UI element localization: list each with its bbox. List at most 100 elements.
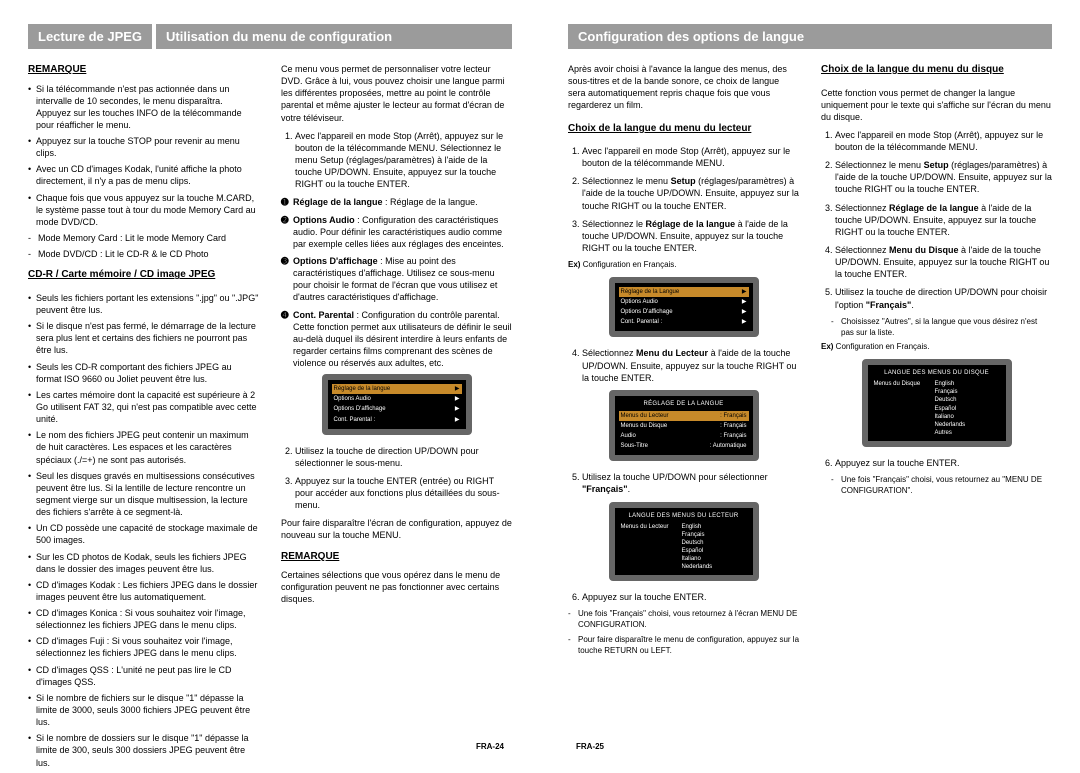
tv-row-label: Réglage de la langue <box>334 385 391 393</box>
step-item: Utilisez la touche UP/DOWN pour sélectio… <box>582 471 799 495</box>
tv-lang-item: English <box>682 523 747 531</box>
tab-lang-config: Configuration des options de langue <box>568 24 1052 49</box>
tv-screenshot-player-lang: LANGUE DES MENUS DU LECTEUR Menus du Lec… <box>609 502 759 582</box>
list-item: Seul les disques gravés en multisessions… <box>28 470 259 519</box>
tv-left-label: Menus du Lecteur <box>621 523 676 572</box>
remark-heading: REMARQUE <box>281 550 512 564</box>
left-col2: Ce menu vous permet de personnaliser vot… <box>281 63 512 773</box>
tv-lang-item: Deutsch <box>935 396 1000 404</box>
step-3: Appuyez sur la touche ENTER (entrée) ou … <box>295 475 512 511</box>
tv-row-value: : Français <box>720 412 746 420</box>
tv-row-value: : Français <box>720 432 746 440</box>
tv-lang-item: Français <box>682 531 747 539</box>
list-item: Seuls les fichiers portant les extension… <box>28 292 259 316</box>
option-title: Cont. Parental <box>293 310 354 320</box>
step-1: Avec l'appareil en mode Stop (Arrêt), ap… <box>295 130 512 191</box>
tv-title: RÉGLAGE DE LA LANGUE <box>621 400 747 408</box>
list-item: CD d'images Fuji : Si vous souhaitez voi… <box>28 635 259 659</box>
tab-config-menu: Utilisation du menu de configuration <box>156 24 512 49</box>
step-item: Sélectionnez le menu Setup (réglages/par… <box>835 159 1052 195</box>
step-2: Utilisez la touche de direction UP/DOWN … <box>295 445 512 469</box>
option-title: Réglage de la langue <box>293 197 383 207</box>
tv-row-value: : Automatique <box>710 442 747 450</box>
intro-text: Ce menu vous permet de personnaliser vot… <box>281 63 512 124</box>
right-col2: Choix de la langue du menu du disque Cet… <box>821 63 1052 661</box>
list-item: Les cartes mémoire dont la capacité est … <box>28 389 259 425</box>
list-item: CD d'images Kodak : Les fichiers JPEG da… <box>28 579 259 603</box>
chevron-right-icon: ▶ <box>742 318 747 326</box>
step-item: Sélectionnez Menu du Lecteur à l'aide de… <box>582 347 799 383</box>
chevron-right-icon: ▶ <box>742 308 747 316</box>
intro-text: Cette fonction vous permet de changer la… <box>821 87 1052 123</box>
note-item: Si la télécommande n'est pas actionnée d… <box>28 83 259 132</box>
dash-item: Une fois "Français" choisi, vous retourn… <box>831 475 1052 497</box>
option-title: Options D'affichage <box>293 256 378 266</box>
tv-row-label: Audio <box>621 432 636 440</box>
chevron-right-icon: ▶ <box>455 416 460 424</box>
tv-row-label: Options D'affichage <box>621 308 673 316</box>
list-item: Seuls les CD-R comportant des fichiers J… <box>28 361 259 385</box>
chevron-right-icon: ▶ <box>455 385 460 393</box>
step-item: Sélectionnez le menu Setup (réglages/par… <box>582 175 799 211</box>
step-item: Appuyez sur la touche ENTER. <box>835 457 1052 469</box>
tv-lang-item: Español <box>682 547 747 555</box>
option-desc: : Réglage de la langue. <box>383 197 478 207</box>
example-label: Ex) Configuration en Français. <box>821 342 1052 353</box>
option-num: ➍ <box>281 309 289 321</box>
tv-lang-item: Deutsch <box>682 539 747 547</box>
step-item: Sélectionnez le Réglage de la langue à l… <box>582 218 799 254</box>
tv-title: LANGUE DES MENUS DU DISQUE <box>874 369 1000 377</box>
tv-title: LANGUE DES MENUS DU LECTEUR <box>621 512 747 520</box>
dash-item: Une fois "Français" choisi, vous retourn… <box>568 609 799 631</box>
tv-row-label: Cont. Parental : <box>621 318 663 326</box>
tv-row-label: Sous-Titre <box>621 442 648 450</box>
tab-lecture-jpeg: Lecture de JPEG <box>28 24 152 49</box>
option-num: ➋ <box>281 214 289 226</box>
tv-row-label: Menus du Disque <box>621 422 668 430</box>
list-item: CD d'images QSS : L'unité ne peut pas li… <box>28 664 259 688</box>
tv-row-label: Options Audio <box>334 395 371 403</box>
option-num: ➊ <box>281 196 289 208</box>
note-item: Chaque fois que vous appuyez sur la touc… <box>28 192 259 228</box>
option-title: Options Audio <box>293 215 355 225</box>
remark-heading: REMARQUE <box>28 63 259 77</box>
right-col1: Après avoir choisi à l'avance la langue … <box>568 63 799 661</box>
intro-text: Après avoir choisi à l'avance la langue … <box>568 63 799 112</box>
page-left: Lecture de JPEG Utilisation du menu de c… <box>0 0 540 765</box>
option-num: ➌ <box>281 255 289 267</box>
tv-screenshot-lang-setting: RÉGLAGE DE LA LANGUE Menus du Lecteur : F… <box>609 390 759 461</box>
dash-item: Mode DVD/CD : Lit le CD-R & le CD Photo <box>28 248 259 260</box>
step-item: Avec l'appareil en mode Stop (Arrêt), ap… <box>582 145 799 169</box>
page-number-left: FRA-24 <box>476 742 504 751</box>
list-item: Si le disque n'est pas fermé, le démarra… <box>28 320 259 356</box>
tv-lang-item: Français <box>935 388 1000 396</box>
tv-screenshot-setup: Réglage de la langue▶ Options Audio▶ Opt… <box>322 374 472 434</box>
list-item: Le nom des fichiers JPEG peut contenir u… <box>28 429 259 465</box>
step-item: Appuyez sur la touche ENTER. <box>582 591 799 603</box>
note-item: Avec un CD d'images Kodak, l'unité affic… <box>28 163 259 187</box>
tv-lang-item: Autres <box>935 429 1000 437</box>
tv-row-value: : Français <box>720 422 746 430</box>
list-item: Sur les CD photos de Kodak, seuls les fi… <box>28 551 259 575</box>
step-item: Sélectionnez Réglage de la langue à l'ai… <box>835 202 1052 238</box>
outro-text: Pour faire disparaître l'écran de config… <box>281 517 512 541</box>
dash-item: Mode Memory Card : Lit le mode Memory Ca… <box>28 232 259 244</box>
tv-lang-item: Nederlands <box>682 563 747 571</box>
tv-lang-item: Nederlands <box>935 421 1000 429</box>
tv-row-label: Options Audio <box>621 298 658 306</box>
tv-row-label: Menus du Lecteur <box>621 412 669 420</box>
chevron-right-icon: ▶ <box>742 298 747 306</box>
remark-text: Certaines sélections que vous opérez dan… <box>281 569 512 605</box>
tv-screenshot-disc-lang: LANGUE DES MENUS DU DISQUE Menus du Disq… <box>862 359 1012 447</box>
tv-lang-item: Italiano <box>682 555 747 563</box>
list-item: Si le nombre de fichiers sur le disque "… <box>28 692 259 728</box>
note-item: Appuyez sur la touche STOP pour revenir … <box>28 135 259 159</box>
tv-lang-item: Español <box>935 405 1000 413</box>
tv-row-label: Cont. Parental : <box>334 416 376 424</box>
list-item: CD d'images Konica : Si vous souhaitez v… <box>28 607 259 631</box>
example-label: Ex) Configuration en Français. <box>568 260 799 271</box>
tv-lang-item: Italiano <box>935 413 1000 421</box>
chevron-right-icon: ▶ <box>455 405 460 413</box>
chevron-right-icon: ▶ <box>742 288 747 296</box>
step-item: Avec l'appareil en mode Stop (Arrêt), ap… <box>835 129 1052 153</box>
